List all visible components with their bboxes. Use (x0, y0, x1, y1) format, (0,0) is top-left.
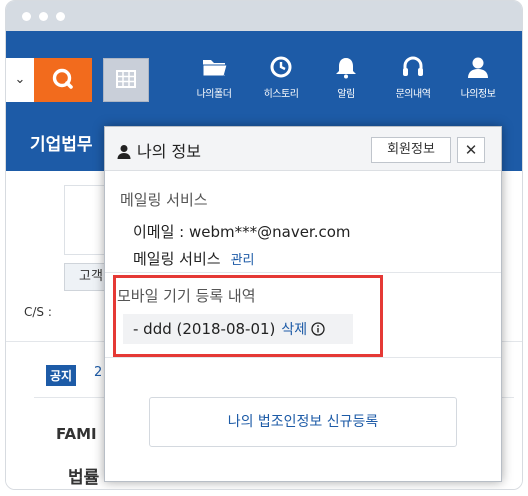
family-site-label: FAMI (56, 425, 97, 443)
my-info-popup: 나의 정보 회원정보 ✕ 메일링 서비스 이메일 : webm***@naver… (104, 126, 502, 482)
browser-window: ⌄ 나의폴더 히스토리 알림 문의내역 나의정보 기업법무 고객 C/S: 공… (5, 0, 523, 490)
cs-label: C/S : (24, 305, 52, 319)
chevron-down-icon: ⌄ (14, 72, 26, 87)
close-icon[interactable]: ✕ (457, 137, 485, 163)
user-icon (468, 57, 488, 78)
nav-item-my-folder[interactable]: 나의폴더 (184, 55, 244, 111)
window-control-dot[interactable] (39, 12, 48, 21)
member-info-button[interactable]: 회원정보 (371, 137, 451, 163)
divider (105, 272, 501, 273)
highlight-box (113, 275, 383, 357)
mailing-section-title: 메일링 서비스 (120, 191, 208, 209)
mailing-service-label: 메일링 서비스 (133, 250, 221, 268)
nav-label: 나의정보 (460, 89, 496, 100)
notice-count[interactable]: 2 (94, 365, 102, 380)
nav-label: 히스토리 (263, 89, 299, 100)
headset-icon (403, 56, 423, 76)
mailing-service-row: 메일링 서비스 관리 (133, 248, 255, 269)
mailing-manage-link[interactable]: 관리 (231, 253, 255, 268)
search-button[interactable] (34, 58, 92, 102)
search-icon (52, 68, 73, 89)
nav-label: 문의내역 (395, 89, 431, 100)
screenshot-frame: ⌄ 나의폴더 히스토리 알림 문의내역 나의정보 기업법무 고객 C/S: 공… (0, 0, 528, 496)
register-lawyer-info-button[interactable]: 나의 법조인정보 신규등록 (149, 397, 457, 447)
window-titlebar (6, 1, 522, 31)
nav-item-inquiries[interactable]: 문의내역 (383, 55, 443, 111)
popup-header: 나의 정보 회원정보 ✕ (105, 127, 501, 171)
nav-item-history[interactable]: 히스토리 (251, 55, 311, 111)
law-heading: 법률 (68, 468, 100, 488)
window-control-dot[interactable] (56, 12, 65, 21)
user-icon (117, 145, 131, 159)
bell-icon (336, 58, 356, 79)
search-category-dropdown[interactable]: ⌄ (6, 58, 34, 102)
nav-item-alerts[interactable]: 알림 (316, 55, 376, 111)
divider (105, 357, 501, 358)
subnav-title[interactable]: 기업법무 (30, 135, 93, 155)
email-line: 이메일 : webm***@naver.com (133, 223, 351, 241)
popup-title: 나의 정보 (117, 138, 201, 162)
nav-item-my-info[interactable]: 나의정보 (448, 55, 508, 111)
grid-icon (116, 70, 136, 88)
history-icon (270, 56, 292, 78)
folder-icon (202, 60, 228, 77)
notice-badge: 공지 (46, 365, 77, 386)
popup-title-text: 나의 정보 (137, 142, 201, 161)
top-navigation-bar: ⌄ 나의폴더 히스토리 알림 문의내역 나의정보 (6, 31, 522, 119)
window-control-dot[interactable] (22, 12, 31, 21)
menu-grid-button[interactable] (103, 58, 149, 102)
nav-label: 나의폴더 (196, 89, 232, 100)
nav-label: 알림 (337, 89, 355, 100)
